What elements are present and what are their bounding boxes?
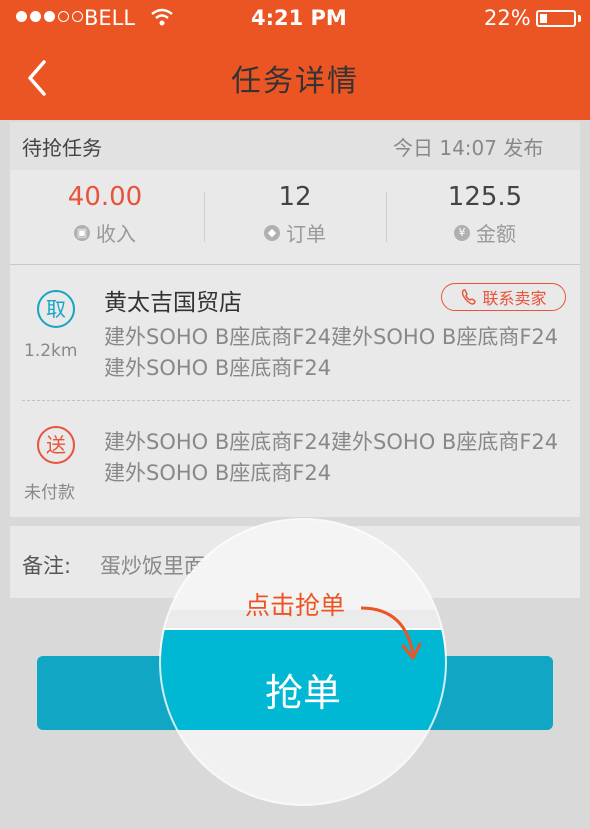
grab-button-label: 抢单 — [264, 671, 341, 715]
status-bar: BELL 4:21 PM 22% — [0, 0, 590, 38]
page-title: 任务详情 — [231, 64, 359, 99]
income-value: 40.00 — [67, 182, 143, 212]
note-label: 备注: — [22, 554, 72, 578]
clock: 4:21 PM — [251, 6, 347, 30]
amount-value: 125.5 — [447, 182, 523, 212]
income-label: 收入 — [96, 222, 136, 246]
amount-label: 金额 — [476, 222, 516, 246]
contact-seller-label: 联系卖家 — [482, 289, 547, 308]
pickup-address: 建外SOHO B座底商F24建外SOHO B座底商F24建外SOHO B座底商F… — [104, 325, 559, 380]
phone-icon — [462, 289, 477, 305]
stat-amount: 125.5 ¥ 金额 — [390, 182, 580, 247]
yen-icon: ¥ — [454, 224, 470, 241]
contact-seller-button[interactable]: 联系卖家 — [441, 283, 566, 311]
pickup-distance: 1.2km — [24, 341, 78, 361]
magnifier-callout: 抢单 点击抢单 — [161, 520, 445, 804]
dashed-divider — [22, 400, 570, 401]
carrier-name: BELL — [84, 6, 136, 30]
divider — [386, 192, 387, 242]
battery-percent: 22% — [484, 6, 531, 30]
tap-hint: 点击抢单 — [245, 591, 346, 620]
tag-icon: ◆ — [264, 224, 280, 241]
task-type-label: 待抢任务 — [22, 136, 102, 160]
orders-label: 订单 — [286, 222, 326, 246]
stat-orders: 12 ◆ 订单 — [200, 182, 390, 247]
payment-status: 未付款 — [24, 483, 75, 503]
delivery-badge: 送 — [37, 426, 75, 464]
signal-strength-icon — [16, 11, 83, 22]
wifi-icon — [151, 8, 173, 26]
stat-income: 40.00 ▣ 收入 — [10, 182, 200, 247]
curved-arrow-icon — [360, 606, 422, 660]
delivery-address: 建外SOHO B座底商F24建外SOHO B座底商F24建外SOHO B座底商F… — [104, 430, 559, 485]
publish-time: 今日 14:07 发布 — [393, 136, 544, 160]
battery-icon — [536, 10, 576, 27]
pickup-badge: 取 — [37, 290, 75, 328]
orders-value: 12 — [278, 182, 312, 212]
wallet-icon: ▣ — [74, 224, 90, 241]
shop-name: 黄太吉国贸店 — [104, 290, 242, 316]
